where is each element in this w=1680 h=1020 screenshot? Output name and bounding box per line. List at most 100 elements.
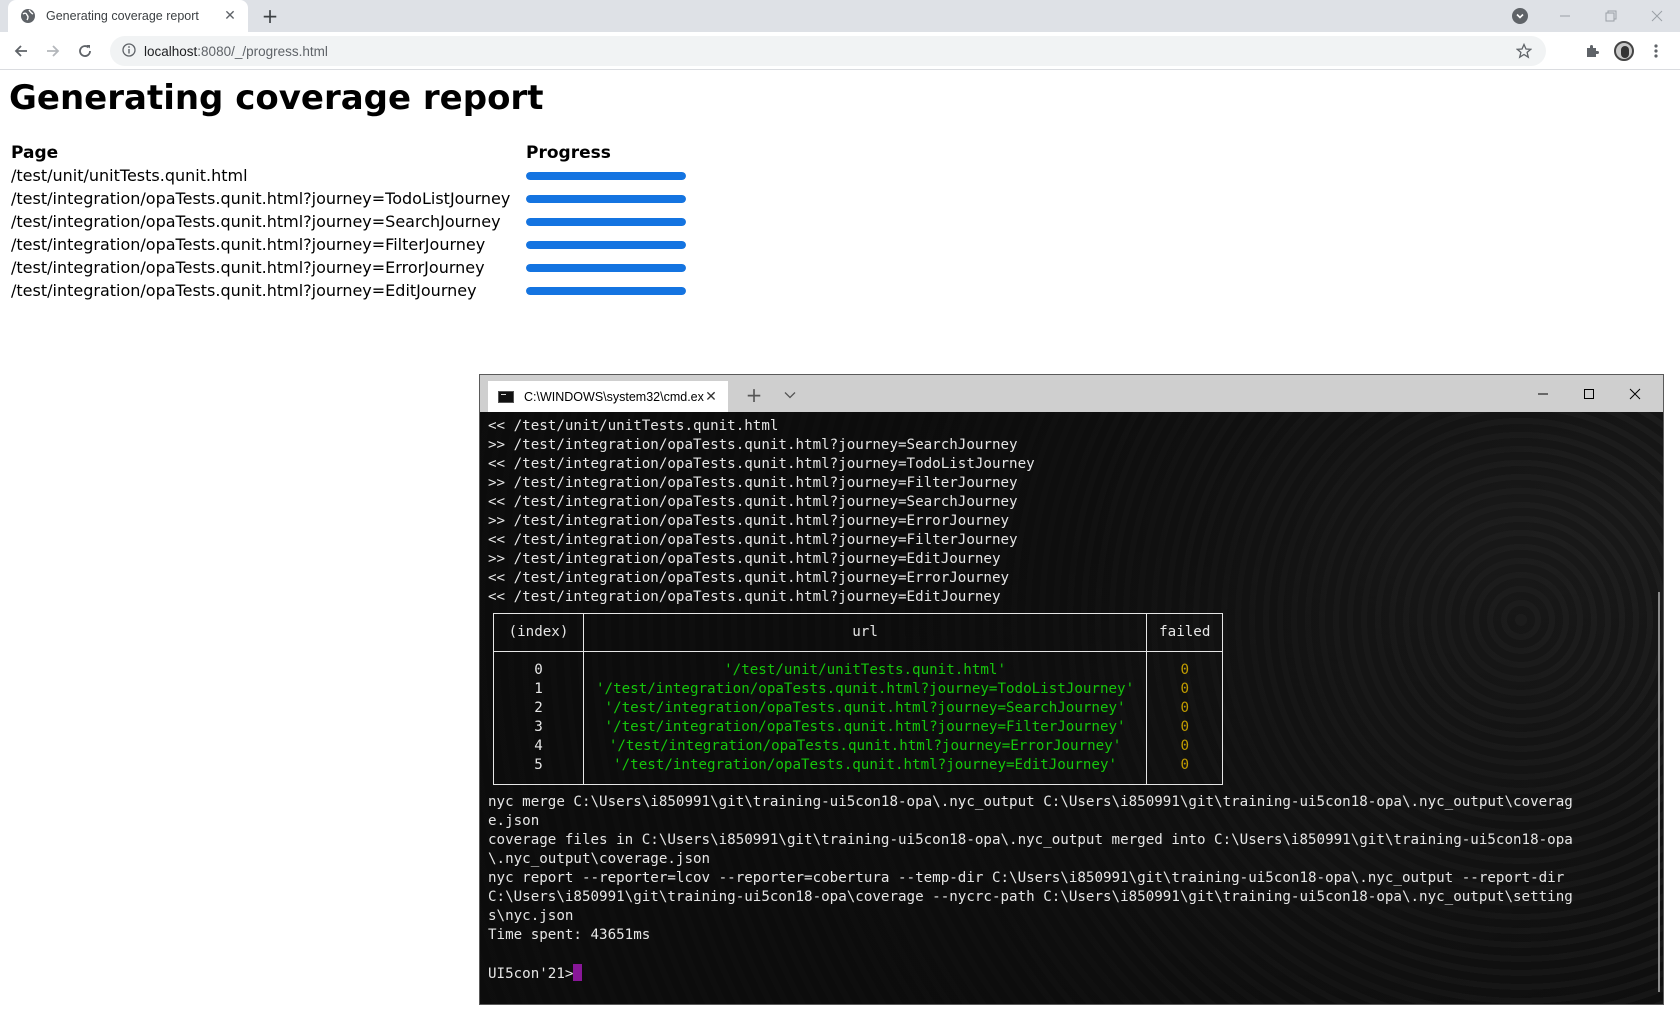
console-index: 3 <box>493 718 584 737</box>
terminal-body[interactable]: << /test/unit/unitTests.qunit.html >> /te… <box>480 412 1663 1004</box>
progress-bar-fill <box>526 240 686 249</box>
terminal-close-icon[interactable] <box>1612 375 1658 412</box>
progress-cell <box>524 210 688 233</box>
output-line: e.json <box>488 813 540 829</box>
console-table-row: 3 '/test/integration/opaTests.qunit.html?… <box>493 718 1224 737</box>
console-table-row: 4 '/test/integration/opaTests.qunit.html?… <box>493 737 1224 756</box>
log-line: >> /test/integration/opaTests.qunit.html… <box>488 475 1018 491</box>
log-line: << /test/integration/opaTests.qunit.html… <box>488 532 1018 548</box>
progress-bar-fill <box>526 194 686 203</box>
progress-cell <box>524 233 688 256</box>
globe-icon <box>20 8 36 24</box>
progress-cell <box>524 256 688 279</box>
terminal-scrollbar[interactable] <box>1658 592 1660 992</box>
window-minimize-icon[interactable] <box>1542 0 1588 32</box>
console-url: '/test/integration/opaTests.qunit.html?j… <box>582 737 1148 756</box>
page-column-header: Page <box>11 143 59 163</box>
output-line: nyc report --reporter=lcov --reporter=co… <box>488 870 1565 886</box>
log-line: >> /test/integration/opaTests.qunit.html… <box>488 551 1001 567</box>
log-line: << /test/integration/opaTests.qunit.html… <box>488 570 1010 586</box>
console-url: '/test/integration/opaTests.qunit.html?j… <box>582 718 1148 737</box>
page-path: /test/integration/opaTests.qunit.html?jo… <box>11 212 501 231</box>
terminal-dropdown-icon[interactable] <box>778 383 802 407</box>
text-cursor <box>573 964 583 981</box>
close-tab-icon[interactable]: ✕ <box>222 8 238 24</box>
log-line: << /test/integration/opaTests.qunit.html… <box>488 589 1001 605</box>
log-line: >> /test/integration/opaTests.qunit.html… <box>488 437 1018 453</box>
log-line: << /test/integration/opaTests.qunit.html… <box>488 456 1035 472</box>
progress-bar <box>526 286 686 295</box>
log-line: >> /test/integration/opaTests.qunit.html… <box>488 513 1010 529</box>
console-table-header-failed: failed <box>1146 613 1224 652</box>
output-line: \.nyc_output\coverage.json <box>488 851 711 867</box>
output-line: s\nyc.json <box>488 908 574 924</box>
window-restore-icon[interactable] <box>1588 0 1634 32</box>
terminal-tab-close-icon[interactable]: ✕ <box>704 389 718 405</box>
console-table-header-index: (index) <box>493 613 584 652</box>
browser-tab-title: Generating coverage report <box>46 9 199 23</box>
terminal-new-tab-button[interactable]: + <box>742 383 766 407</box>
page-title: Generating coverage report <box>9 78 544 118</box>
address-bar[interactable]: localhost:8080/_/progress.html <box>110 36 1546 66</box>
terminal-minimize-icon[interactable] <box>1520 375 1566 412</box>
console-table-row: 1 '/test/integration/opaTests.qunit.html?… <box>493 680 1224 699</box>
log-line: << /test/unit/unitTests.qunit.html <box>488 418 779 434</box>
progress-row: /test/integration/opaTests.qunit.html?jo… <box>9 210 688 233</box>
console-index: 4 <box>493 737 584 756</box>
tab-search-icon[interactable] <box>1512 8 1528 24</box>
avatar-image <box>1614 41 1634 61</box>
progress-row: /test/integration/opaTests.qunit.html?jo… <box>9 233 688 256</box>
console-failed: 0 <box>1146 718 1224 737</box>
console-url: '/test/integration/opaTests.qunit.html?j… <box>582 699 1148 718</box>
progress-bar <box>526 171 686 180</box>
terminal-window: C:\WINDOWS\system32\cmd.exe ✕ + << /test… <box>479 374 1664 1005</box>
window-close-icon[interactable] <box>1634 0 1680 32</box>
new-tab-button[interactable]: + <box>258 4 282 28</box>
back-icon[interactable] <box>9 39 33 63</box>
output-line: Time spent: 43651ms <box>488 927 651 943</box>
console-index: 5 <box>493 756 584 785</box>
console-url: '/test/unit/unitTests.qunit.html' <box>582 651 1148 680</box>
terminal-output: << /test/unit/unitTests.qunit.html >> /te… <box>488 417 1639 983</box>
progress-bar <box>526 240 686 249</box>
console-url: '/test/integration/opaTests.qunit.html?j… <box>582 756 1148 785</box>
console-failed: 0 <box>1146 680 1224 699</box>
console-table-header-url: url <box>582 613 1148 652</box>
browser-tab[interactable]: Generating coverage report ✕ <box>8 0 248 32</box>
info-icon[interactable] <box>122 42 136 61</box>
terminal-titlebar: C:\WINDOWS\system32\cmd.exe ✕ + <box>480 375 1663 412</box>
progress-row: /test/integration/opaTests.qunit.html?jo… <box>9 256 688 279</box>
forward-icon[interactable] <box>41 39 65 63</box>
menu-kebab-icon[interactable] <box>1644 39 1668 63</box>
url-host: localhost <box>144 43 198 59</box>
page-path: /test/unit/unitTests.qunit.html <box>11 166 248 185</box>
console-url: '/test/integration/opaTests.qunit.html?j… <box>582 680 1148 699</box>
log-line: << /test/integration/opaTests.qunit.html… <box>488 494 1018 510</box>
console-failed: 0 <box>1146 699 1224 718</box>
progress-bar <box>526 194 686 203</box>
console-table: (index) url failed 0 '/test/unit/unitTest… <box>493 613 1224 785</box>
prompt-text: UI5con'21> <box>488 966 574 982</box>
console-table-row: 5 '/test/integration/opaTests.qunit.html?… <box>493 756 1224 785</box>
progress-bar-fill <box>526 217 686 226</box>
terminal-tab-title: C:\WINDOWS\system32\cmd.exe <box>524 389 704 404</box>
reload-icon[interactable] <box>73 39 97 63</box>
address-url: localhost:8080/_/progress.html <box>144 44 328 59</box>
terminal-maximize-icon[interactable] <box>1566 375 1612 412</box>
profile-avatar[interactable] <box>1612 39 1636 63</box>
terminal-tab[interactable]: C:\WINDOWS\system32\cmd.exe ✕ <box>488 381 728 412</box>
log-lines: << /test/unit/unitTests.qunit.html >> /te… <box>488 417 1639 607</box>
bookmark-star-icon[interactable] <box>1514 41 1534 61</box>
console-index: 0 <box>493 651 584 680</box>
progress-cell <box>524 164 688 187</box>
console-index: 2 <box>493 699 584 718</box>
url-path: :8080/_/progress.html <box>197 43 328 59</box>
extensions-icon[interactable] <box>1580 39 1604 63</box>
console-failed: 0 <box>1146 756 1224 785</box>
console-table-row: 2 '/test/integration/opaTests.qunit.html?… <box>493 699 1224 718</box>
console-index: 1 <box>493 680 584 699</box>
cmd-icon <box>498 390 514 403</box>
progress-bar-fill <box>526 171 686 180</box>
progress-bar <box>526 263 686 272</box>
